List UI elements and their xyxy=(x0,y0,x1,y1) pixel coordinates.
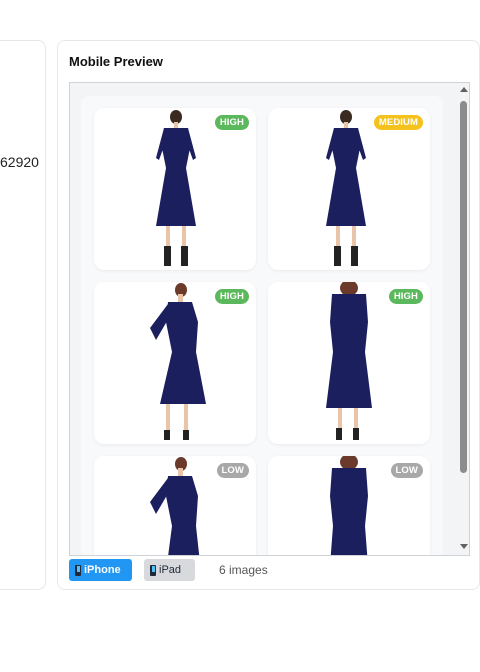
quality-badge: HIGH xyxy=(214,289,249,304)
scrollbar[interactable] xyxy=(457,83,469,555)
phone-icon xyxy=(75,564,81,576)
scroll-up-arrow-icon[interactable] xyxy=(460,87,468,92)
device-frame[interactable]: HIGH MEDIUM HIGH HIGH LOW LOW xyxy=(69,82,470,556)
image-card[interactable]: HIGH xyxy=(268,282,430,444)
image-card[interactable]: MEDIUM xyxy=(268,108,430,270)
product-image xyxy=(156,110,196,266)
product-image xyxy=(326,110,366,266)
image-card[interactable]: HIGH xyxy=(94,108,256,270)
image-count: 6 images xyxy=(219,563,268,577)
quality-badge: LOW xyxy=(216,463,249,478)
quality-badge: HIGH xyxy=(214,115,249,130)
product-image xyxy=(150,283,206,440)
iphone-button[interactable]: iPhone xyxy=(69,559,132,581)
image-grid: HIGH MEDIUM HIGH HIGH LOW LOW xyxy=(81,96,443,555)
product-image xyxy=(326,282,372,440)
scroll-down-arrow-icon[interactable] xyxy=(460,544,468,549)
image-card[interactable]: LOW xyxy=(268,456,430,555)
left-card xyxy=(0,40,46,590)
image-card[interactable]: HIGH xyxy=(94,282,256,444)
left-card-partial-text: 62920 xyxy=(0,154,39,170)
scrollbar-thumb[interactable] xyxy=(460,101,467,473)
quality-badge: MEDIUM xyxy=(373,115,423,130)
panel-title: Mobile Preview xyxy=(69,54,163,69)
quality-badge: HIGH xyxy=(388,289,423,304)
quality-badge: LOW xyxy=(390,463,423,478)
iphone-button-label: iPhone xyxy=(84,564,121,576)
mobile-preview-panel: Mobile Preview HIGH MEDIUM HIGH HIGH LOW… xyxy=(57,40,480,590)
ipad-button-label: iPad xyxy=(159,564,182,576)
ipad-button[interactable]: iPad xyxy=(144,559,195,581)
image-card[interactable]: LOW xyxy=(94,456,256,555)
tablet-icon xyxy=(150,564,156,576)
